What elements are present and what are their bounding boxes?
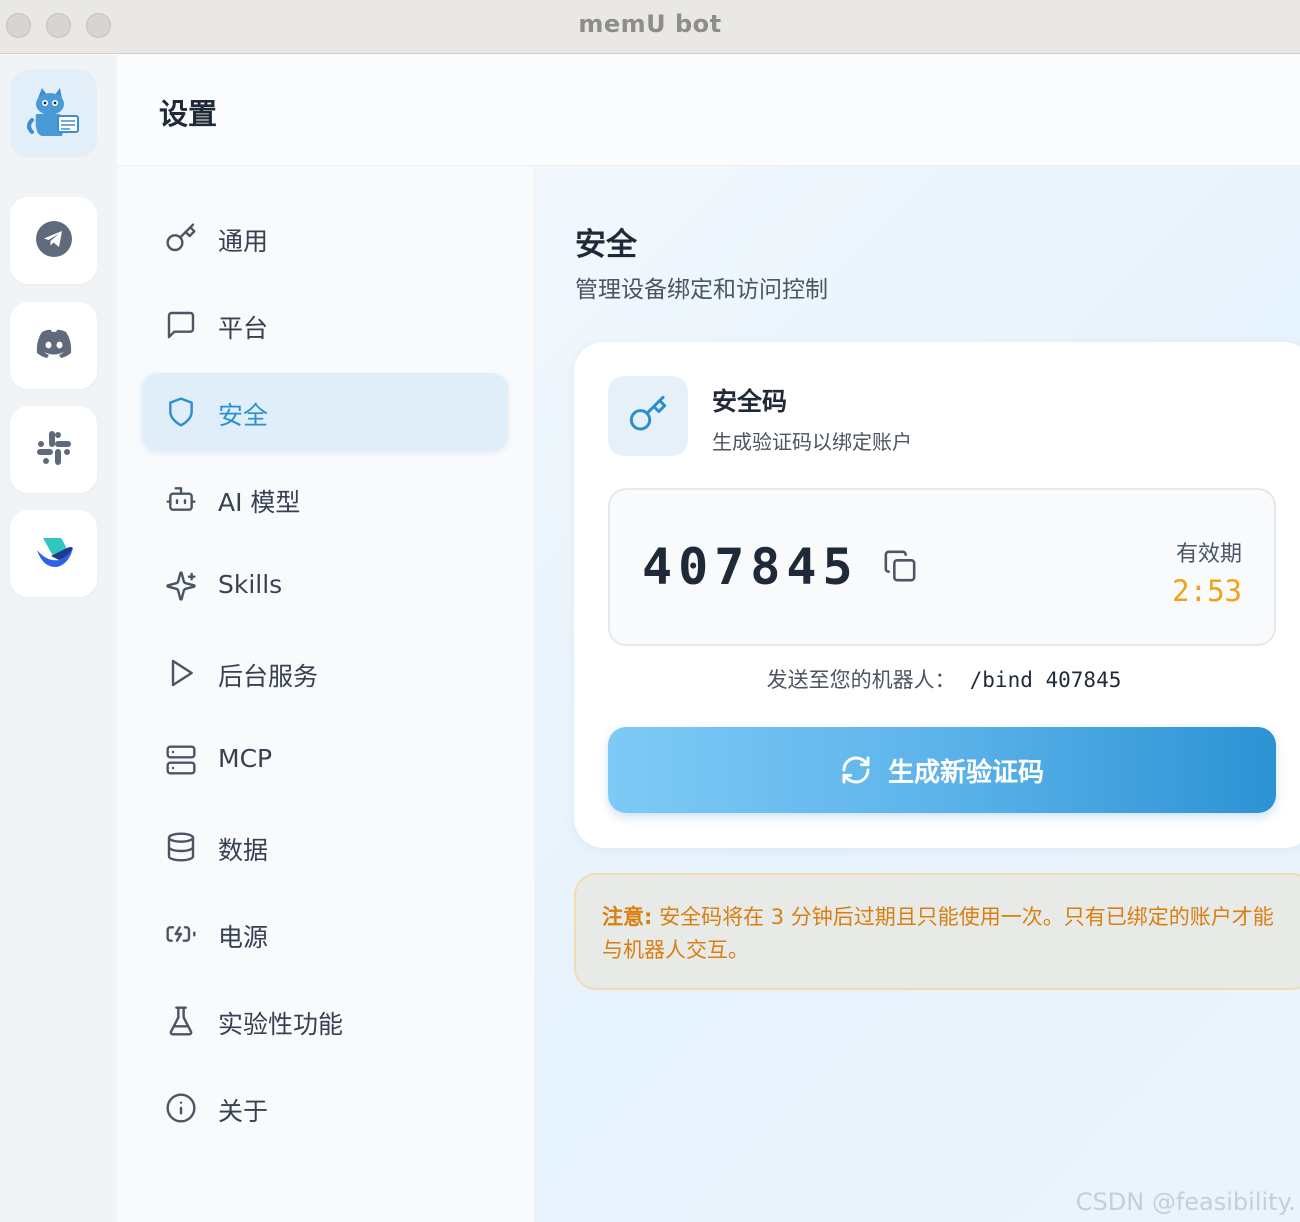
nav-item-label: MCP: [218, 744, 273, 773]
database-icon: [164, 830, 198, 864]
settings-header: 设置: [117, 55, 1300, 166]
rail-lark-button[interactable]: [10, 510, 97, 597]
bind-hint: 发送至您的机器人： /bind 407845: [574, 664, 1300, 694]
play-icon: [164, 656, 198, 690]
shield-icon: [164, 395, 198, 429]
nav-item-ai-model[interactable]: AI 模型: [142, 460, 508, 538]
nav-item-skills[interactable]: Skills: [142, 547, 508, 625]
nav-item-label: 安全: [218, 401, 269, 430]
validity-label: 有效期: [1175, 542, 1242, 567]
sparkles-icon: [164, 569, 198, 603]
note-body: 安全码将在 3 分钟后过期且只能使用一次。只有已绑定的账户才能与机器人交互。: [602, 905, 1274, 962]
nav-item-platform[interactable]: 平台: [142, 286, 508, 364]
copy-code-button[interactable]: [882, 550, 918, 586]
watermark: CSDN @feasibility.: [1075, 1188, 1296, 1216]
info-icon: [164, 1091, 198, 1125]
nav-item-label: AI 模型: [218, 488, 301, 517]
validity-countdown: 2:53: [1172, 574, 1242, 608]
nav-item-label: 关于: [218, 1097, 269, 1126]
nav-item-experimental[interactable]: 实验性功能: [142, 982, 508, 1060]
nav-item-label: 电源: [218, 923, 269, 952]
battery-charging-icon: [164, 917, 198, 951]
bot-icon: [164, 482, 198, 516]
nav-item-mcp[interactable]: MCP: [142, 721, 508, 799]
cat-mascot-icon: [24, 82, 84, 146]
title-bar: memU bot: [0, 0, 1300, 54]
rail-slack-button[interactable]: [10, 406, 97, 493]
flask-icon: [164, 1004, 198, 1038]
nav-item-label: 实验性功能: [218, 1010, 344, 1039]
nav-item-label: 平台: [218, 314, 269, 343]
rail-discord-button[interactable]: [10, 302, 97, 389]
section-subtitle: 管理设备绑定和访问控制: [575, 277, 828, 303]
lark-icon: [33, 534, 75, 574]
note-text: 注意: 安全码将在 3 分钟后过期且只能使用一次。只有已绑定的账户才能与机器人交…: [602, 901, 1292, 967]
discord-icon: [34, 328, 74, 364]
nav-item-power[interactable]: 电源: [142, 895, 508, 973]
note-prefix: 注意:: [602, 905, 653, 929]
card-subtitle: 生成验证码以绑定账户: [712, 430, 912, 454]
security-panel: 安全 管理设备绑定和访问控制 安全码 生成验证码以绑定账户 407845 有效期…: [535, 166, 1300, 1222]
section-title: 安全: [575, 227, 637, 263]
app-logo[interactable]: [10, 70, 97, 157]
nav-item-label: 通用: [218, 227, 269, 256]
rail-telegram-button[interactable]: [10, 197, 97, 284]
bind-hint-label: 发送至您的机器人：: [766, 668, 956, 692]
bind-command[interactable]: /bind 407845: [970, 668, 1122, 692]
settings-nav: 通用 平台 安全 AI 模型 Skills 后台服务 MCP 数据 电源 实验性…: [117, 166, 535, 1222]
security-code-card: 安全码 生成验证码以绑定账户 407845 有效期 2:53 发送至您的机器人：…: [574, 342, 1300, 848]
telegram-icon: [35, 220, 73, 262]
slack-icon: [34, 428, 74, 472]
message-square-icon: [164, 308, 198, 342]
page-title: 设置: [159, 97, 218, 131]
card-title: 安全码: [712, 387, 788, 416]
server-icon: [164, 743, 198, 777]
card-icon-tile: [608, 376, 688, 456]
copy-icon: [883, 549, 917, 587]
security-note: 注意: 安全码将在 3 分钟后过期且只能使用一次。只有已绑定的账户才能与机器人交…: [574, 873, 1300, 990]
nav-item-data[interactable]: 数据: [142, 808, 508, 886]
nav-item-label: 后台服务: [218, 662, 319, 691]
nav-item-about[interactable]: 关于: [142, 1069, 508, 1147]
code-display: 407845 有效期 2:53: [608, 488, 1276, 646]
nav-item-security[interactable]: 安全: [142, 373, 508, 451]
key-icon: [164, 221, 198, 255]
key-icon: [628, 394, 668, 438]
nav-item-label: 数据: [218, 836, 269, 865]
nav-item-label: Skills: [218, 570, 283, 599]
platform-rail: [0, 55, 117, 1222]
refresh-icon: [840, 754, 872, 786]
security-code[interactable]: 407845: [642, 538, 859, 596]
nav-item-background-service[interactable]: 后台服务: [142, 634, 508, 712]
generate-code-label: 生成新验证码: [887, 757, 1044, 788]
window-title: memU bot: [578, 10, 722, 38]
generate-code-button[interactable]: 生成新验证码: [608, 727, 1276, 813]
nav-item-general[interactable]: 通用: [142, 199, 508, 277]
